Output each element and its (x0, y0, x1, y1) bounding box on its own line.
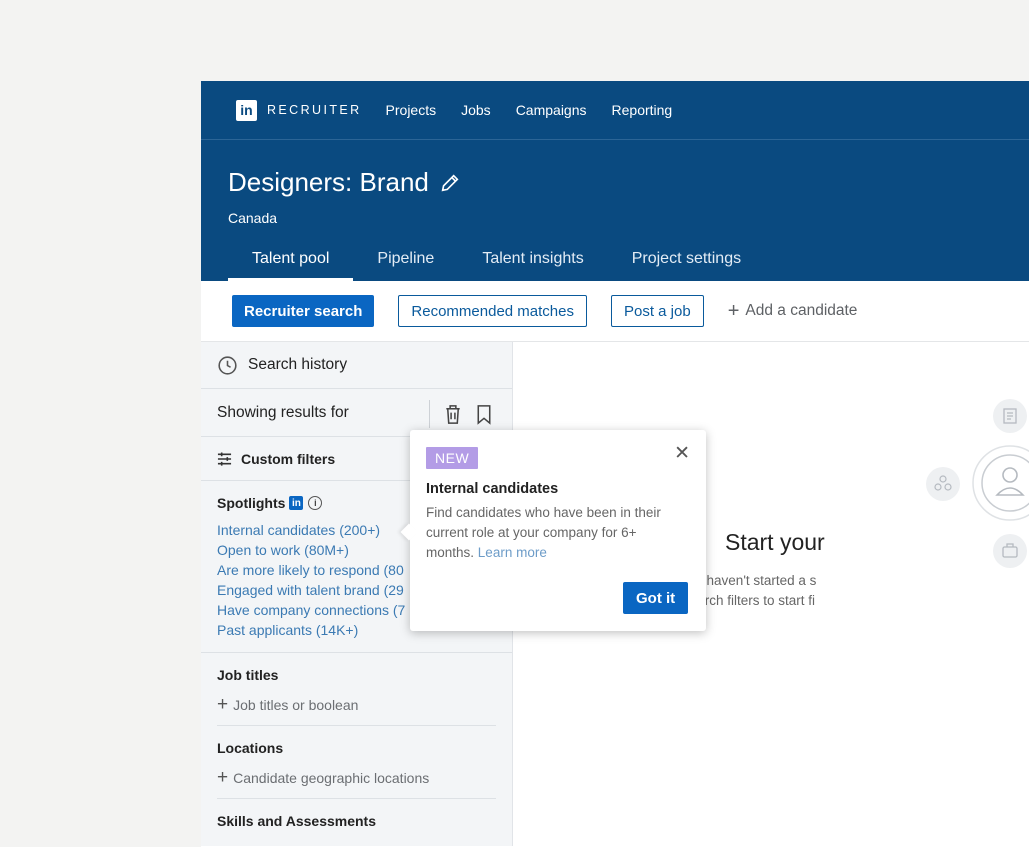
new-badge: NEW (426, 447, 479, 469)
internal-candidates-popover: NEW ✕ Internal candidates Find candidate… (410, 430, 706, 631)
project-title: Designers: Brand (228, 167, 429, 197)
plus-icon: + (727, 300, 740, 322)
spotlights-title: Spotlights (217, 495, 286, 511)
filter-job-titles: Job titles + Job titles or boolean (201, 653, 512, 726)
filter-title: Job titles (217, 667, 279, 683)
job-titles-input[interactable]: + Job titles or boolean (217, 695, 496, 726)
plus-icon: + (217, 694, 229, 715)
locations-placeholder: Candidate geographic locations (233, 769, 430, 786)
linkedin-badge-icon: in (289, 496, 304, 510)
tab-talent-insights[interactable]: Talent insights (458, 250, 607, 281)
filter-title: Skills and Assessments (217, 813, 377, 829)
spotlight-past-applicants[interactable]: Past applicants (14K+) (217, 620, 413, 640)
recruiter-search-button[interactable]: Recruiter search (232, 295, 375, 327)
close-icon[interactable]: ✕ (674, 444, 690, 463)
spotlight-internal-candidates[interactable]: Internal candidates (200+) (217, 520, 413, 540)
spotlight-open-to-work[interactable]: Open to work (80M+) (217, 540, 413, 560)
spotlight-engaged-talent-brand[interactable]: Engaged with talent brand (29 (217, 580, 413, 600)
spotlight-likely-to-respond[interactable]: Are more likely to respond (80 (217, 560, 413, 580)
nav-jobs[interactable]: Jobs (461, 102, 491, 118)
filter-skills: Skills and Assessments (201, 799, 512, 829)
tab-talent-pool[interactable]: Talent pool (228, 250, 354, 281)
add-candidate-label: Add a candidate (745, 302, 858, 319)
top-nav: in RECRUITER Projects Jobs Campaigns Rep… (201, 81, 1029, 140)
bookmark-icon[interactable] (476, 404, 492, 425)
job-titles-placeholder: Job titles or boolean (233, 696, 359, 713)
trash-icon[interactable] (444, 404, 462, 425)
project-tabs: Talent pool Pipeline Talent insights Pro… (228, 250, 765, 281)
learn-more-link[interactable]: Learn more (478, 545, 547, 560)
project-header: Designers: Brand Canada Talent pool Pipe… (201, 140, 1029, 281)
got-it-button[interactable]: Got it (623, 582, 689, 614)
edit-pencil-icon[interactable] (439, 172, 461, 194)
project-location: Canada (228, 210, 278, 226)
locations-input[interactable]: + Candidate geographic locations (217, 768, 496, 799)
add-candidate-button[interactable]: + Add a candidate (728, 301, 858, 321)
clock-icon (218, 355, 237, 375)
custom-filters-label: Custom filters (241, 450, 336, 467)
popover-body: Find candidates who have been in their c… (426, 503, 688, 563)
sliders-icon (217, 451, 232, 466)
action-bar: Recruiter search Recommended matches Pos… (201, 281, 1029, 342)
search-history[interactable]: Search history (201, 342, 512, 389)
empty-state-title: Start your (725, 529, 825, 555)
nav-projects[interactable]: Projects (386, 102, 437, 118)
plus-icon: + (217, 767, 229, 788)
popover-title: Internal candidates (426, 481, 559, 497)
nav-reporting[interactable]: Reporting (612, 102, 673, 118)
spotlight-company-connections[interactable]: Have company connections (7 (217, 600, 413, 620)
post-job-button[interactable]: Post a job (610, 295, 704, 327)
linkedin-logo[interactable]: in (236, 99, 257, 121)
search-history-label: Search history (248, 356, 348, 373)
recommended-matches-button[interactable]: Recommended matches (398, 295, 587, 327)
recruiter-brand: RECRUITER (267, 103, 362, 117)
filter-title: Locations (217, 740, 284, 756)
showing-results-label: Showing results for (217, 403, 349, 421)
nav-campaigns[interactable]: Campaigns (516, 102, 587, 118)
tab-pipeline[interactable]: Pipeline (353, 250, 458, 281)
info-icon[interactable]: i (308, 496, 323, 510)
candidates-illustration-icon (926, 399, 1029, 568)
tab-project-settings[interactable]: Project settings (608, 250, 765, 281)
filter-locations: Locations + Candidate geographic locatio… (201, 726, 512, 799)
